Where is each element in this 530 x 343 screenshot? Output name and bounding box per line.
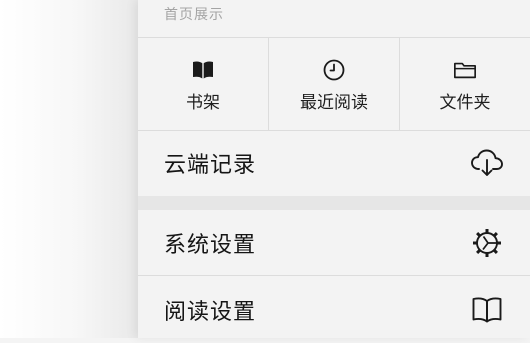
folder-button[interactable]: 文件夹 xyxy=(400,38,530,130)
bookshelf-button[interactable]: 书架 xyxy=(138,38,269,130)
section-gap xyxy=(138,196,530,210)
folder-label: 文件夹 xyxy=(439,93,491,113)
settings-drawer: 首页展示 书架 最近阅读 文件夹 云端记录 系统设置 阅读设置 xyxy=(138,0,530,338)
quick-access-row: 书架 最近阅读 文件夹 xyxy=(138,37,530,131)
cloud-records-row[interactable]: 云端记录 xyxy=(138,130,530,196)
open-book-icon xyxy=(470,293,504,327)
section-title: 首页展示 xyxy=(164,7,224,23)
gear-icon xyxy=(470,226,504,260)
recent-reading-label: 最近阅读 xyxy=(300,93,368,113)
system-settings-row[interactable]: 系统设置 xyxy=(138,210,530,276)
book-filled-icon xyxy=(191,58,215,82)
reading-settings-label: 阅读设置 xyxy=(164,300,257,325)
folder-icon xyxy=(453,58,477,82)
system-settings-label: 系统设置 xyxy=(164,232,257,258)
recent-reading-button[interactable]: 最近阅读 xyxy=(269,38,400,130)
cloud-records-label: 云端记录 xyxy=(164,153,257,178)
cloud-download-icon xyxy=(470,146,504,180)
reading-settings-row[interactable]: 阅读设置 xyxy=(138,277,530,343)
clock-icon xyxy=(322,58,346,82)
bookshelf-label: 书架 xyxy=(186,93,220,113)
background-overlay[interactable] xyxy=(0,0,138,338)
